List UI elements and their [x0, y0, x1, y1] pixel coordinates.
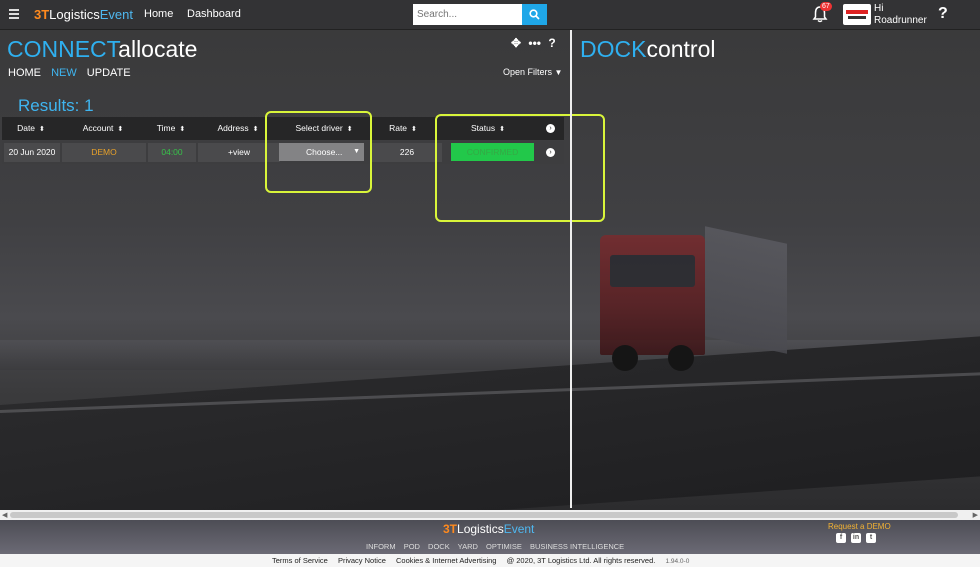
move-icon[interactable]: ✥	[511, 36, 521, 50]
footer-links: INFORM POD DOCK YARD OPTIMISE BUSINESS I…	[366, 542, 630, 551]
more-icon[interactable]: •••	[528, 36, 541, 50]
avatar[interactable]	[843, 4, 871, 25]
footer-link-pod[interactable]: POD	[404, 542, 420, 551]
truck-wheel	[668, 345, 694, 371]
open-filters-button[interactable]: Open Filters ▼	[503, 67, 562, 77]
linkedin-icon[interactable]: in	[851, 533, 861, 543]
help-icon[interactable]: ?	[938, 5, 948, 23]
subnav: HOME NEW UPDATE	[8, 67, 138, 79]
sort-icon: ⬍	[252, 126, 259, 133]
highlight-status	[435, 114, 605, 222]
background-scene	[0, 30, 980, 510]
truck-trailer	[705, 226, 787, 354]
scroll-left-icon[interactable]: ◀	[2, 511, 7, 519]
help-icon[interactable]: ?	[548, 36, 555, 50]
notification-badge: 67	[820, 2, 832, 11]
legal-links: Terms of Service Privacy Notice Cookies …	[272, 556, 697, 565]
results-count: Results: 1	[18, 96, 94, 115]
copyright: @ 2020, 3T Logistics Ltd. All rights res…	[506, 556, 656, 565]
footer-link-inform[interactable]: INFORM	[366, 542, 396, 551]
panel-divider[interactable]	[570, 30, 572, 508]
col-rate[interactable]: Rate ⬍	[368, 117, 438, 140]
footer-brand-logo[interactable]: 3TLogisticsEvent	[443, 522, 534, 536]
sort-icon: ⬍	[39, 126, 45, 133]
col-date[interactable]: Date ⬍	[2, 117, 60, 140]
social-links: f in t	[836, 533, 876, 543]
col-account[interactable]: Account ⬍	[60, 117, 146, 140]
horizontal-scrollbar[interactable]: ◀ ▶	[0, 510, 980, 520]
dock-control-title: DOCKcontrol	[580, 36, 716, 62]
version: 1.94.0-0	[665, 558, 690, 565]
panel-tools: ✥ ••• ?	[511, 36, 556, 50]
subnav-update[interactable]: UPDATE	[87, 67, 131, 79]
top-bar: 3TLogisticsEvent Home Dashboard 67 Hi Ro…	[0, 0, 980, 30]
brand-logo[interactable]: 3TLogisticsEvent	[34, 7, 133, 22]
cell-date: 20 Jun 2020	[4, 143, 60, 162]
page-title: CONNECTallocate	[7, 36, 198, 62]
cell-rate: 226	[372, 143, 442, 162]
scroll-right-icon[interactable]: ▶	[973, 511, 978, 519]
search-button[interactable]	[522, 4, 547, 25]
footer-link-dock[interactable]: DOCK	[428, 542, 450, 551]
nav-home[interactable]: Home	[144, 8, 173, 20]
user-menu[interactable]: Hi Roadrunner	[874, 3, 927, 27]
truck-wheel	[612, 345, 638, 371]
menu-icon[interactable]	[9, 9, 19, 19]
scrollbar-thumb[interactable]	[10, 512, 958, 518]
cell-time: 04:00	[148, 143, 196, 162]
sort-icon: ⬍	[117, 126, 124, 133]
search-icon	[529, 9, 540, 20]
footer-link-yard[interactable]: YARD	[458, 542, 478, 551]
nav-dashboard[interactable]: Dashboard	[187, 8, 241, 20]
chevron-down-icon: ▼	[554, 68, 563, 77]
cell-account[interactable]: DEMO	[62, 143, 146, 162]
footer-link-optimise[interactable]: OPTIMISE	[486, 542, 522, 551]
truck-cab	[600, 235, 705, 355]
cookies-link[interactable]: Cookies & Internet Advertising	[396, 556, 496, 565]
request-demo-link[interactable]: Request a DEMO	[828, 522, 891, 531]
facebook-icon[interactable]: f	[836, 533, 846, 543]
subnav-home[interactable]: HOME	[8, 67, 41, 79]
twitter-icon[interactable]: t	[866, 533, 876, 543]
sort-icon: ⬍	[411, 126, 417, 133]
terms-link[interactable]: Terms of Service	[272, 556, 328, 565]
search-input[interactable]	[413, 4, 522, 25]
highlight-select-driver	[265, 111, 372, 193]
footer-link-bi[interactable]: BUSINESS INTELLIGENCE	[530, 542, 624, 551]
subnav-new[interactable]: NEW	[51, 67, 77, 79]
sort-icon: ⬍	[179, 126, 186, 133]
col-time[interactable]: Time ⬍	[146, 117, 196, 140]
privacy-link[interactable]: Privacy Notice	[338, 556, 386, 565]
